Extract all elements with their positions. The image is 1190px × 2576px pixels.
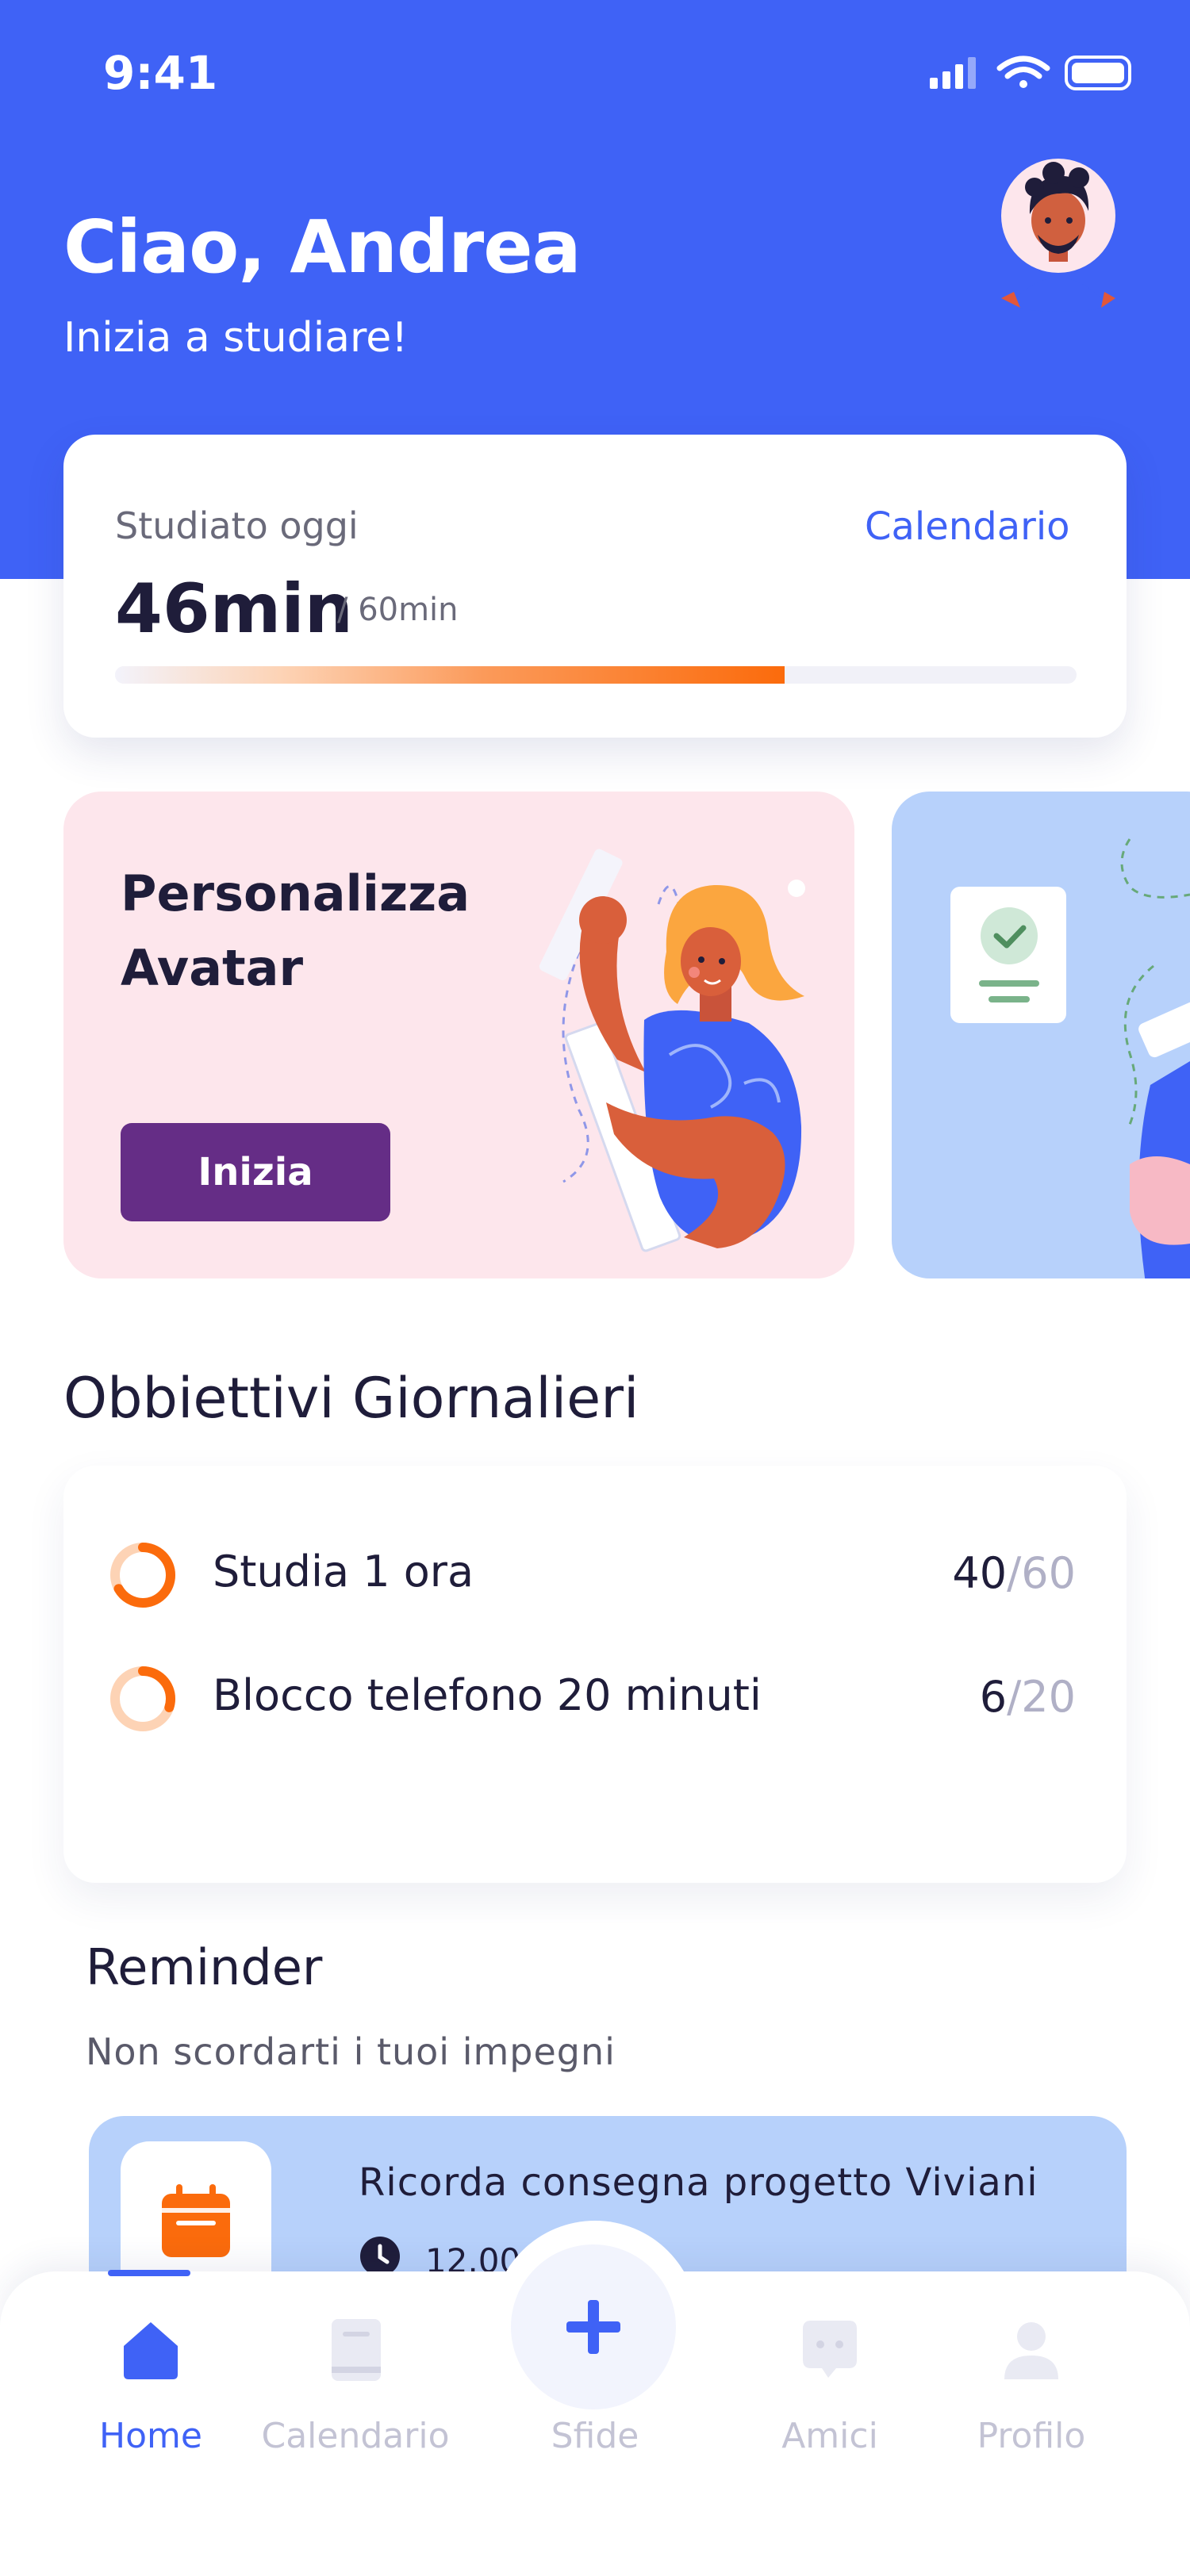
reminder-text: Ricorda consegna progetto Viviani bbox=[359, 2160, 1038, 2205]
goal-row[interactable]: Studia 1 ora 40/60 bbox=[108, 1537, 1076, 1616]
nav-label: Calendario bbox=[261, 2416, 450, 2456]
book-icon bbox=[332, 2319, 381, 2381]
nav-item-profile[interactable]: Profilo bbox=[912, 2316, 1150, 2490]
goal-progress-ring bbox=[110, 1666, 175, 1731]
daily-goals-title: Obbiettivi Giornalieri bbox=[63, 1366, 639, 1431]
chat-icon bbox=[803, 2321, 857, 2378]
goal-count: 6/20 bbox=[979, 1672, 1076, 1722]
nav-label: Home bbox=[99, 2416, 202, 2456]
studied-today-value: 46min bbox=[115, 569, 353, 649]
profile-icon bbox=[1004, 2322, 1058, 2379]
nav-item-calendar[interactable]: Calendario bbox=[236, 2316, 474, 2490]
battery-icon bbox=[1065, 56, 1131, 90]
nav-label: Profilo bbox=[977, 2416, 1086, 2456]
checklist-illustration bbox=[950, 838, 1190, 1278]
plus-icon bbox=[566, 2300, 620, 2354]
status-time: 9:41 bbox=[103, 46, 218, 100]
status-icons bbox=[930, 56, 1131, 90]
home-icon bbox=[124, 2322, 178, 2379]
reminder-title: Reminder bbox=[86, 1938, 323, 1996]
nav-label: Sfide bbox=[551, 2416, 639, 2456]
goal-progress-ring bbox=[110, 1543, 175, 1608]
goal-row[interactable]: Blocco telefono 20 minuti 6/20 bbox=[108, 1661, 1076, 1740]
study-progress-fill bbox=[115, 666, 785, 684]
active-tab-indicator bbox=[108, 2270, 190, 2276]
calendar-link[interactable]: Calendario bbox=[865, 504, 1070, 549]
nav-item-challenges[interactable]: Sfide bbox=[476, 2416, 714, 2479]
goal-label: Blocco telefono 20 minuti bbox=[213, 1670, 762, 1720]
avatar[interactable] bbox=[996, 159, 1130, 317]
wifi-icon bbox=[996, 56, 1050, 88]
reminder-subtitle: Non scordarti i tuoi impegni bbox=[86, 2030, 616, 2073]
signal-icon bbox=[930, 57, 976, 89]
studied-today-label: Studiato oggi bbox=[115, 504, 359, 547]
nav-item-home[interactable]: Home bbox=[32, 2316, 270, 2490]
study-goal: / 60min bbox=[337, 592, 459, 628]
challenges-fab[interactable] bbox=[511, 2244, 676, 2409]
start-button[interactable]: Inizia bbox=[121, 1123, 390, 1221]
personalize-avatar-title: Personalizza Avatar bbox=[121, 864, 470, 997]
goal-count: 40/60 bbox=[952, 1548, 1076, 1598]
goal-label: Studia 1 ora bbox=[213, 1547, 474, 1597]
girl-with-ruler-illustration bbox=[539, 849, 805, 1252]
greeting-title: Ciao, Andrea bbox=[63, 205, 582, 289]
greeting-subtitle: Inizia a studiare! bbox=[63, 314, 409, 362]
